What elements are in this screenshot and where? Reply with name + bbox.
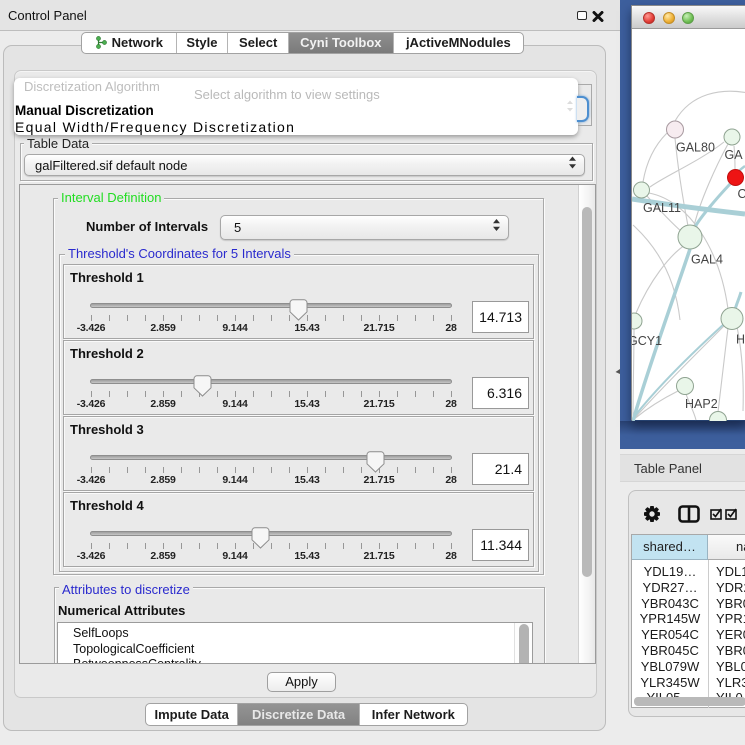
svg-text:C: C [738, 187, 745, 201]
svg-text:H: H [736, 333, 745, 347]
svg-text:HAP2: HAP2 [685, 397, 718, 411]
svg-text:GCY1: GCY1 [632, 334, 662, 348]
svg-text:GAL4: GAL4 [691, 253, 723, 267]
svg-text:GAL11: GAL11 [643, 201, 681, 215]
svg-text:GA: GA [725, 148, 744, 162]
svg-text:GAL80: GAL80 [676, 141, 715, 155]
